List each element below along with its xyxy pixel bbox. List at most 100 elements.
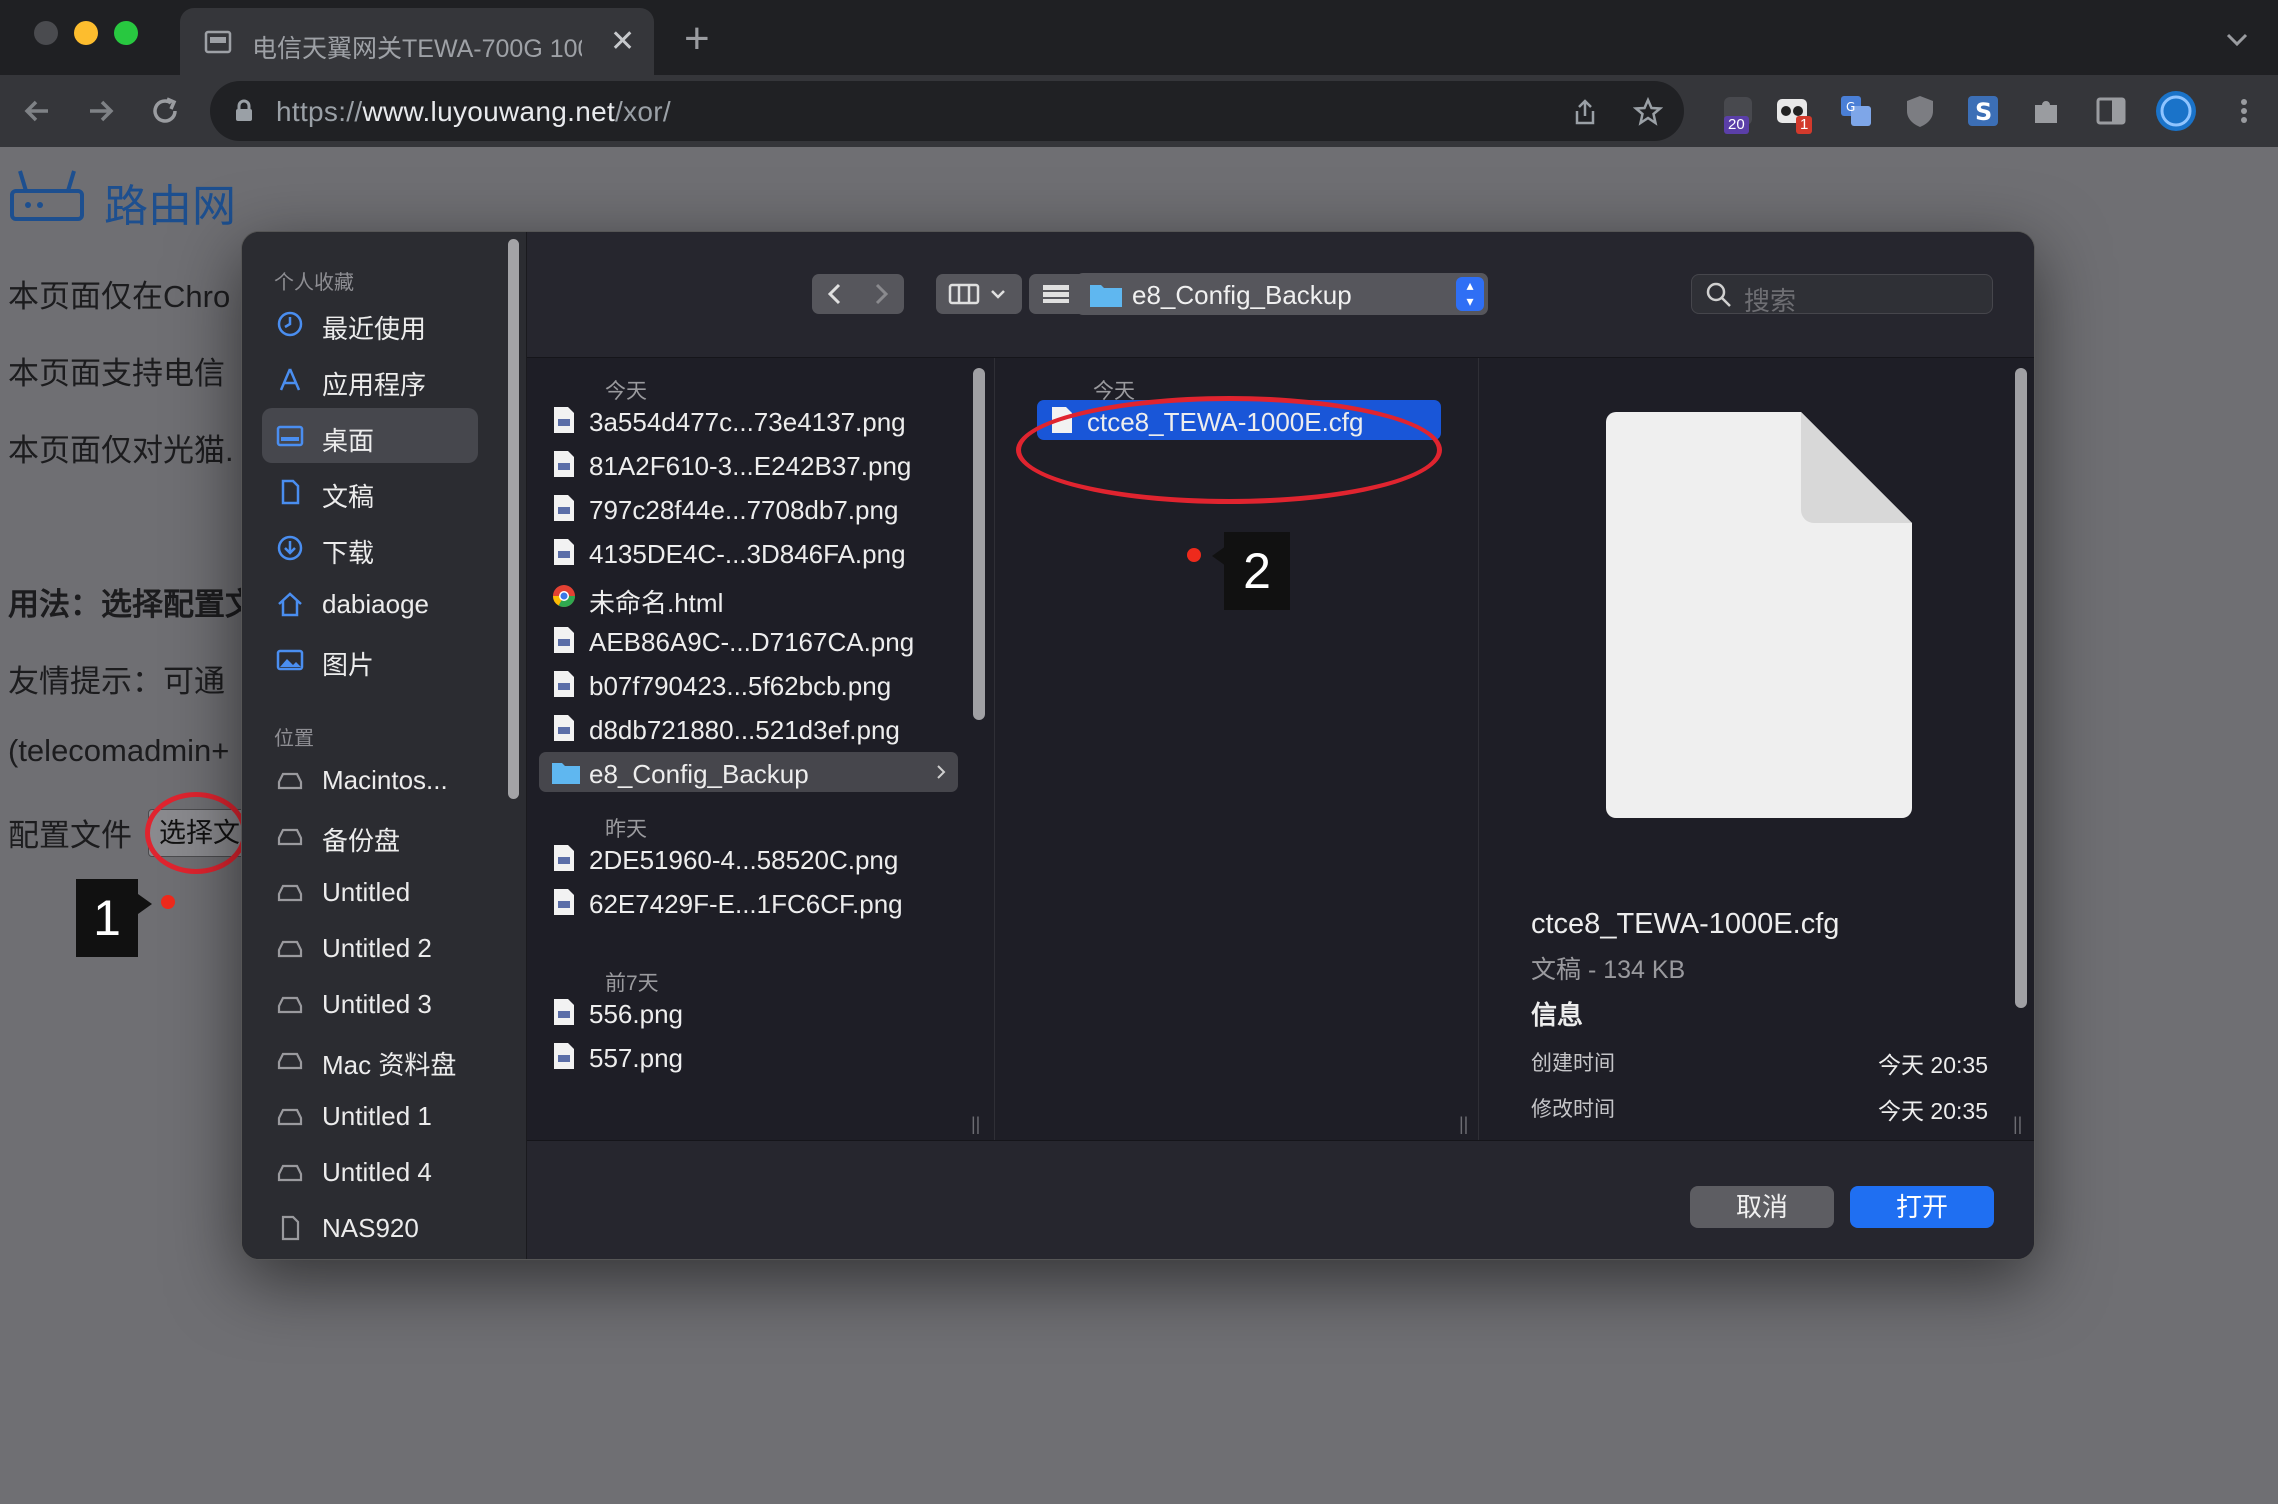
profile-avatar-icon[interactable]: [2154, 89, 2198, 133]
window-minimize-button[interactable]: [74, 21, 98, 45]
bookmark-star-icon[interactable]: [1633, 97, 1663, 127]
url-scheme: https://: [276, 96, 363, 127]
sidebar-item-recents[interactable]: 最近使用: [262, 296, 478, 351]
file-row[interactable]: 556.png: [539, 992, 981, 1032]
url-text[interactable]: https://www.luyouwang.net/xor/: [276, 96, 671, 128]
created-value: 今天 20:35: [1878, 1052, 1988, 1078]
column-view-button[interactable]: [936, 274, 1022, 314]
window-zoom-button[interactable]: [114, 21, 138, 45]
browser-tab[interactable]: 电信天翼网关TEWA-700G 1000 ✕: [180, 8, 654, 75]
sidebar-location-backup[interactable]: 备份盘: [262, 808, 478, 863]
sidebar-item-applications[interactable]: 应用程序: [262, 352, 478, 407]
router-favicon-icon: [204, 30, 232, 54]
back-arrow-icon[interactable]: [18, 91, 58, 131]
folder-row-selected[interactable]: e8_Config_Backup: [539, 752, 958, 792]
nav-back-forward: [812, 274, 904, 314]
address-bar[interactable]: https://www.luyouwang.net/xor/: [210, 81, 1684, 141]
sidebar-item-label: 桌面: [322, 426, 375, 456]
file-row[interactable]: 797c28f44e...7708db7.png: [539, 488, 981, 528]
sidebar-item-label: 最近使用: [322, 314, 427, 344]
sidebar-item-label: Untitled: [322, 877, 411, 907]
png-file-icon: [554, 889, 574, 915]
photos-icon: [276, 649, 304, 671]
more-menu-icon[interactable]: [2226, 93, 2262, 129]
sidebar-item-label: Untitled 2: [322, 933, 432, 963]
file-row[interactable]: d8db721880...521d3ef.png: [539, 708, 981, 748]
forward-arrow-icon[interactable]: [80, 91, 120, 131]
sidebar-location-untitled-2[interactable]: Untitled 2: [262, 920, 478, 975]
file-name: 557.png: [589, 1043, 683, 1073]
translate-icon[interactable]: G: [1838, 93, 1874, 129]
back-chevron-icon[interactable]: [812, 274, 858, 314]
tab-title: 电信天翼网关TEWA-700G 1000: [252, 35, 582, 63]
sidebar-location-untitled-3[interactable]: Untitled 3: [262, 976, 478, 1031]
dialog-footer: 取消 打开: [527, 1140, 2034, 1259]
sidebar-item-desktop[interactable]: 桌面: [262, 408, 478, 463]
open-button[interactable]: 打开: [1850, 1186, 1994, 1228]
column-1-scrollbar[interactable]: [973, 368, 985, 720]
sidebar-item-home[interactable]: dabiaoge: [262, 576, 478, 631]
file-row[interactable]: 3a554d477c...73e4137.png: [539, 400, 981, 440]
side-panel-icon[interactable]: [2093, 93, 2129, 129]
file-row[interactable]: b07f790423...5f62bcb.png: [539, 664, 981, 704]
column-resize-handle[interactable]: ||: [2013, 1114, 2022, 1135]
file-name: 797c28f44e...7708db7.png: [589, 495, 899, 525]
file-column-1: 今天 3a554d477c...73e4137.png 81A2F610-3..…: [527, 358, 995, 1156]
callout-1-pointer-icon: [138, 894, 152, 914]
disk-icon: [277, 1108, 303, 1126]
file-name: 81A2F610-3...E242B37.png: [589, 451, 912, 481]
file-row[interactable]: 557.png: [539, 1036, 981, 1076]
sidebar-scrollbar[interactable]: [508, 239, 519, 799]
sidebar-location-untitled-4[interactable]: Untitled 4: [262, 1144, 478, 1199]
svg-text:G: G: [1846, 100, 1855, 114]
png-file-icon: [554, 451, 574, 477]
document-preview-icon: [1606, 412, 1912, 818]
file-row[interactable]: 4135DE4C-...3D846FA.png: [539, 532, 981, 572]
page-usage-line: 用法：选择配置文: [8, 587, 256, 622]
chevron-right-icon: [937, 765, 946, 779]
png-file-icon: [554, 407, 574, 433]
file-name: 4135DE4C-...3D846FA.png: [589, 539, 906, 569]
file-name: AEB86A9C-...D7167CA.png: [589, 627, 915, 657]
tab-close-icon[interactable]: ✕: [610, 24, 635, 59]
forward-chevron-icon[interactable]: [858, 274, 904, 314]
sidebar-item-documents[interactable]: 文稿: [262, 464, 478, 519]
file-row[interactable]: 未命名.html: [539, 576, 981, 618]
apps-icon: [279, 368, 301, 391]
tab-search-chevron-icon[interactable]: [2222, 24, 2252, 54]
page-line-1: 本页面仅在Chro: [8, 279, 231, 314]
file-row[interactable]: AEB86A9C-...D7167CA.png: [539, 620, 981, 660]
sidebar-item-label: Mac 资料盘: [322, 1050, 457, 1080]
reload-icon[interactable]: [145, 91, 185, 131]
sidebar-location-nas920[interactable]: NAS920: [262, 1200, 478, 1255]
puzzle-extensions-icon[interactable]: [2029, 93, 2065, 129]
sidebar-location-macintosh[interactable]: Macintos...: [262, 752, 478, 807]
disk-icon: [277, 1052, 303, 1070]
cancel-button[interactable]: 取消: [1690, 1186, 1834, 1228]
file-row[interactable]: 62E7429F-E...1FC6CF.png: [539, 882, 981, 922]
sidebar-item-pictures[interactable]: 图片: [262, 632, 478, 687]
s-extension-icon[interactable]: S: [1965, 93, 2001, 129]
disk-icon: [277, 996, 303, 1014]
file-row[interactable]: 2DE51960-4...58520C.png: [539, 838, 981, 878]
share-icon[interactable]: [1570, 97, 1600, 127]
sidebar-location-untitled[interactable]: Untitled: [262, 864, 478, 919]
sidebar-item-downloads[interactable]: 下载: [262, 520, 478, 575]
preview-file-name: ctce8_TEWA-1000E.cfg: [1531, 908, 1840, 940]
sidebar-location-mac-data[interactable]: Mac 资料盘: [262, 1032, 478, 1087]
column-resize-handle[interactable]: ||: [1459, 1114, 1468, 1135]
ublock-shield-icon[interactable]: [1902, 93, 1938, 129]
annotation-callout-2: 2: [1224, 532, 1290, 610]
file-name: d8db721880...521d3ef.png: [589, 715, 900, 745]
dialog-sidebar: 个人收藏 最近使用 应用程序 桌面 文稿 下载 dabiaoge 图片 位置 M…: [242, 232, 527, 1259]
sidebar-location-untitled-1[interactable]: Untitled 1: [262, 1088, 478, 1143]
preview-scrollbar[interactable]: [2015, 368, 2027, 1008]
window-close-button[interactable]: [34, 21, 58, 45]
new-tab-button[interactable]: +: [684, 14, 710, 64]
chrome-html-file-icon: [553, 585, 575, 607]
search-field[interactable]: 搜索: [1691, 274, 1993, 316]
lock-icon[interactable]: [234, 99, 254, 123]
location-popup[interactable]: e8_Config_Backup ▴ ▾: [1076, 273, 1488, 315]
file-row[interactable]: 81A2F610-3...E242B37.png: [539, 444, 981, 484]
column-resize-handle[interactable]: ||: [971, 1114, 980, 1135]
